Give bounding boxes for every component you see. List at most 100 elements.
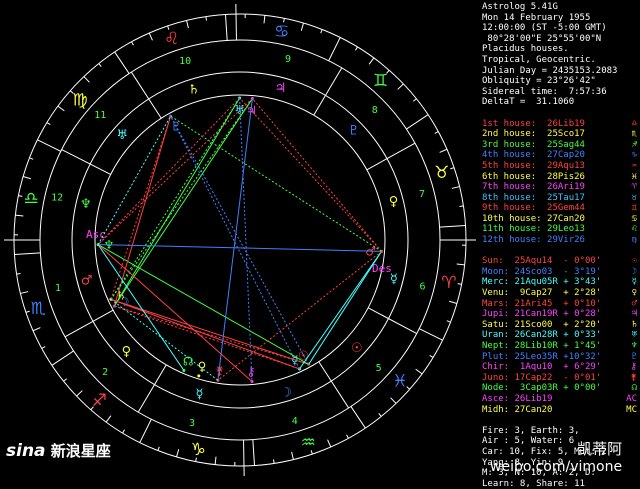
zodiac-sign-icon: ♊ xyxy=(373,71,388,91)
planet-value: 9Cap27 + 2°28' xyxy=(515,288,602,298)
aspect-line xyxy=(240,98,252,381)
planet-row: Juno: 17Cap22 - 0°01'⚵ xyxy=(482,373,638,384)
planet-value: 25Leo35R +10°32' xyxy=(515,352,602,362)
planet-row: Nept: 28Lib10R + 1°45'♆ xyxy=(482,341,638,352)
aspect-line xyxy=(98,245,184,371)
degree-tick xyxy=(459,206,463,207)
zodiac-sign-icon: ♍ xyxy=(72,90,87,110)
sina-text: 新浪星座 xyxy=(51,442,111,460)
planet-glyph-icon: AC xyxy=(626,394,637,405)
planet-label: Asce: xyxy=(482,394,509,404)
zodiac-sign-icon: ♐ xyxy=(92,391,107,411)
planet-glyph-icon: ♇ xyxy=(632,352,637,363)
planet-label: Venu: xyxy=(482,288,509,298)
house-label: 4th house: xyxy=(482,150,536,160)
planet-glyph-icon: ⚵ xyxy=(630,373,637,384)
planet-value: 21Sco00 + 2°20' xyxy=(515,320,602,330)
sina-watermark: sina 新浪星座 xyxy=(6,440,111,461)
degree-tick xyxy=(264,15,265,23)
planet-row: Merc: 21Aqu05R + 3°43'☿ xyxy=(482,277,638,288)
planet-row: Moon: 24Sco03 - 3°19'☽ xyxy=(482,267,638,278)
header-line: Tropical, Geocentric. xyxy=(482,55,638,66)
degree-tick xyxy=(369,58,374,64)
header-line: Julian Day = 2435153.2083 xyxy=(482,66,638,77)
house-value: 29Leo13 xyxy=(547,224,585,234)
house-cusp-line xyxy=(319,362,349,408)
house-row: 6th house: 28Pis26♓ xyxy=(482,172,638,183)
degree-tick xyxy=(132,42,134,46)
house-value: 25Gem44 xyxy=(547,203,585,213)
planet-row: Jupi: 21Can19R + 0°28'♃ xyxy=(482,309,638,320)
sign-boundary xyxy=(14,253,40,255)
aspect-line xyxy=(218,99,252,381)
degree-tick xyxy=(301,23,303,31)
planet-glyph-icon: MC xyxy=(626,405,637,416)
house-number: 11 xyxy=(94,110,106,121)
planet-value: 28Lib10R + 1°45' xyxy=(515,341,602,351)
house-number: 4 xyxy=(292,416,298,427)
zodiac-sign-icon: ♑ xyxy=(191,440,206,460)
header-line: 12:00:00 (ST -5:00 GMT) xyxy=(482,23,638,34)
planet-row: Mars: 21Ari45 + 0°10'♂ xyxy=(482,299,638,310)
house-number: 5 xyxy=(376,363,382,374)
aspect-line xyxy=(114,306,308,364)
house-ruler-icon: ♂ xyxy=(81,274,93,289)
house-label: 12th house: xyxy=(482,235,542,245)
house-row: 3rd house: 25Sag44♐ xyxy=(482,140,638,151)
chart-wheel: ♈♉♊♋♌♍♎♏♐♑♒♓1♂2♀3☿4☽5☉6☿7♀8♇9♃10♄11♅12♆A… xyxy=(0,0,480,480)
zodiac-sign-icon: ♋ xyxy=(274,22,289,42)
house-ruler-icon: ♄ xyxy=(188,82,200,97)
header-line: 80°28'00"E 25°55'00"N xyxy=(482,34,638,45)
sign-boundary xyxy=(351,406,365,428)
house-row: 2nd house: 25Sco17♏ xyxy=(482,129,638,140)
planet-value: 21Can19R + 0°28' xyxy=(515,309,602,319)
house-number: 6 xyxy=(419,281,425,292)
planet-glyph-icon: ♂ xyxy=(632,299,637,310)
degree-tick xyxy=(391,398,397,404)
house-number: 8 xyxy=(372,105,378,116)
aspect-line xyxy=(240,98,382,251)
house-glyph-icon: ♏ xyxy=(632,129,637,140)
house-label: 7th house: xyxy=(482,182,536,192)
house-row: 1st house: 26Lib19♎ xyxy=(482,119,638,130)
aspect-line xyxy=(309,251,382,364)
degree-tick xyxy=(15,215,23,216)
planet-label: Midh: xyxy=(482,405,509,415)
zodiac-sign-icon: ♈ xyxy=(441,273,456,293)
house-value: 29Vir26 xyxy=(547,235,585,245)
house-row: 7th house: 26Ari19♈ xyxy=(482,182,638,193)
degree-tick xyxy=(435,132,439,134)
planet-glyph-icon: ♀ xyxy=(632,288,637,299)
house-glyph-icon: ♑ xyxy=(632,150,637,161)
house-label: 9th house: xyxy=(482,203,536,213)
house-number: 10 xyxy=(179,56,191,67)
zodiac-sign-icon: ♒ xyxy=(301,433,316,453)
degree-tick xyxy=(58,106,64,111)
planet-glyph-icon: ♅ xyxy=(632,330,637,341)
house-ruler-icon: ♇ xyxy=(348,124,360,139)
degree-tick xyxy=(440,149,447,152)
sign-boundary xyxy=(37,140,60,152)
planet-glyph-icon: ☊ xyxy=(183,354,194,368)
info-panel: Astrolog 5.41GMon 14 February 195512:00:… xyxy=(482,2,638,478)
planet-glyph-icon: ♄ xyxy=(632,320,637,331)
degree-tick xyxy=(416,369,422,374)
planet-row: Satu: 21Sco00 + 2°20'♄ xyxy=(482,320,638,331)
degree-tick xyxy=(430,355,433,357)
planet-label: Uran: xyxy=(482,330,509,340)
house-row: 4th house: 27Cap20♑ xyxy=(482,150,638,161)
house-glyph-icon: ♈ xyxy=(632,182,637,193)
house-row: 9th house: 25Gem44♊ xyxy=(482,203,638,214)
planet-label: Moon: xyxy=(482,267,509,277)
house-ruler-icon: ☿ xyxy=(196,387,204,402)
degree-tick xyxy=(274,459,275,463)
house-ruler-icon: ♀ xyxy=(389,194,399,209)
degree-tick xyxy=(33,328,40,331)
aspect-line xyxy=(114,99,252,307)
sign-boundary xyxy=(419,329,442,341)
planet-glyph-icon: ☊ xyxy=(632,383,637,394)
sign-boundary xyxy=(115,52,129,74)
sign-boundary xyxy=(225,14,227,40)
planet-value: 26Lib19 xyxy=(515,394,553,404)
planet-value: 25Aqu14 - 0°00' xyxy=(515,256,602,266)
